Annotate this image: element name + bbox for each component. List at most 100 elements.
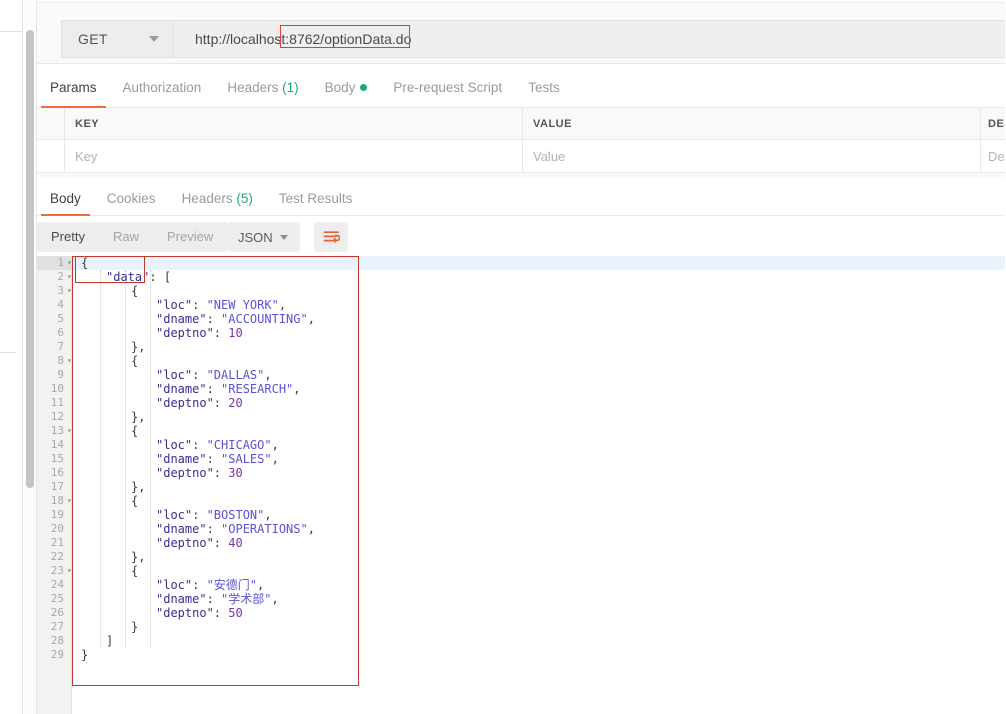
line-number: 20: [50, 522, 64, 535]
json-line-code: "dname": "SALES",: [156, 452, 279, 466]
json-line: 24 "loc": "安德门",: [37, 578, 1006, 592]
http-method-selector[interactable]: GET: [61, 20, 174, 58]
json-token-brace: {: [131, 424, 139, 438]
tab-label: Body: [324, 80, 356, 95]
json-token-punc: ,: [138, 340, 146, 354]
line-number: 18: [50, 494, 64, 507]
json-line: 2 ▾ "data": [: [37, 270, 1006, 284]
tab-body[interactable]: Body: [37, 191, 94, 216]
response-body-json-viewer[interactable]: 1 ▾{2 ▾ "data": [3 ▾{4 "loc": "NEW YORK", 5 "dn…: [37, 256, 1006, 714]
json-token-key: "loc": [156, 508, 193, 522]
json-line-code: "deptno": 20: [156, 396, 243, 410]
left-scrollbar-thumb[interactable]: [26, 30, 34, 488]
json-line: 15 "dname": "SALES",: [37, 452, 1006, 466]
json-line: 29}: [37, 648, 1006, 662]
tab-headers[interactable]: Headers (5): [169, 191, 266, 216]
word-wrap-toggle-button[interactable]: [314, 222, 348, 252]
line-number: 13: [50, 424, 64, 437]
json-line-code: {: [131, 564, 138, 578]
json-token-brace: {: [131, 284, 139, 298]
view-mode-pretty[interactable]: Pretty: [37, 222, 99, 252]
tab-label: Cookies: [106, 191, 156, 206]
response-format-selector[interactable]: JSON: [227, 222, 300, 252]
view-mode-raw[interactable]: Raw: [99, 222, 153, 252]
fold-arrow-icon[interactable]: ▾: [67, 256, 76, 270]
response-format-label: JSON: [238, 229, 273, 245]
json-token-key: "loc": [156, 298, 193, 312]
fold-arrow-icon[interactable]: ▾: [67, 354, 76, 368]
response-tabs: Body Cookies Headers (5) Test Results: [37, 178, 1006, 216]
tab-body[interactable]: Body: [312, 80, 381, 108]
chevron-down-icon: [280, 235, 288, 240]
json-token-brace: {: [131, 354, 139, 368]
json-line-code: "deptno": 10: [156, 326, 243, 340]
json-line-code: "deptno": 30: [156, 466, 243, 480]
json-token-key: "dname": [156, 592, 207, 606]
json-token-punc: [: [163, 270, 172, 284]
json-line: 23 ▾ {: [37, 564, 1006, 578]
line-number: 1: [57, 256, 64, 269]
response-tabstrip: Body Cookies Headers (5) Test Results: [37, 178, 1006, 216]
json-token-punc: ,: [264, 368, 272, 382]
params-header-checkbox-cell: [37, 108, 65, 140]
json-token-punc: ,: [271, 592, 279, 606]
tab-label: Test Results: [278, 191, 353, 206]
line-number: 4: [57, 298, 64, 311]
json-line-code: "loc": "BOSTON",: [156, 508, 272, 522]
params-table: KEY VALUE DES Key Value Des: [37, 108, 1006, 181]
tab-label: Headers: [181, 191, 233, 206]
json-line: 8 ▾ {: [37, 354, 1006, 368]
json-token-punc: ,: [264, 508, 272, 522]
json-token-punc: ,: [307, 522, 315, 536]
params-table-row[interactable]: Key Value Des: [37, 140, 1006, 173]
divider: [0, 352, 16, 353]
json-token-punc: :: [192, 508, 207, 522]
json-token-brace: {: [81, 256, 89, 270]
param-key-input[interactable]: Key: [65, 140, 523, 173]
param-value-input[interactable]: Value: [523, 140, 981, 173]
tab-params[interactable]: Params: [37, 80, 110, 108]
tab-cookies[interactable]: Cookies: [94, 191, 169, 216]
json-line-code: "deptno": 40: [156, 536, 243, 550]
param-row-checkbox[interactable]: [37, 140, 65, 173]
params-table-header-row: KEY VALUE DES: [37, 108, 1006, 140]
fold-arrow-icon[interactable]: ▾: [67, 284, 76, 298]
fold-arrow-icon[interactable]: ▾: [67, 270, 76, 284]
tab-test-results[interactable]: Test Results: [266, 191, 366, 216]
json-token-punc: ,: [307, 312, 315, 326]
params-header-key: KEY: [65, 108, 523, 140]
line-number: 9: [57, 368, 64, 381]
json-line-code: {: [131, 354, 138, 368]
json-line-code: "loc": "NEW YORK",: [156, 298, 286, 312]
line-number: 23: [50, 564, 64, 577]
tab-authorization[interactable]: Authorization: [110, 80, 215, 108]
fold-arrow-icon[interactable]: ▾: [67, 494, 76, 508]
json-line-code: ]: [106, 634, 113, 648]
line-number: 17: [50, 480, 64, 493]
tab-headers[interactable]: Headers (1): [214, 80, 311, 108]
response-view-mode-group: Pretty Raw Preview: [37, 222, 228, 252]
json-code-lines: 1 ▾{2 ▾ "data": [3 ▾{4 "loc": "NEW YORK", 5 "dn…: [37, 256, 1006, 662]
tab-label: Pre-request Script: [393, 80, 503, 95]
json-line-code: "data": [: [106, 270, 171, 284]
json-line: 26 "deptno": 50: [37, 606, 1006, 620]
json-token-punc: :: [192, 298, 207, 312]
json-line: 25 "dname": "学术部",: [37, 592, 1006, 606]
url-input[interactable]: http://localhost:8762/optionData.do: [174, 20, 1006, 58]
json-token-punc: :: [192, 578, 207, 592]
json-token-key: "loc": [156, 578, 193, 592]
view-mode-preview[interactable]: Preview: [153, 222, 227, 252]
param-description-input[interactable]: Des: [981, 140, 1006, 173]
tab-pre-request-script[interactable]: Pre-request Script: [380, 80, 515, 108]
fold-arrow-icon[interactable]: ▾: [67, 564, 76, 578]
json-token-punc: ,: [138, 550, 146, 564]
line-number: 6: [57, 326, 64, 339]
params-header-value: VALUE: [523, 108, 981, 140]
json-line-code: "loc": "安德门",: [156, 578, 264, 592]
json-token-punc: ,: [138, 410, 146, 424]
json-token-str: "学术部": [221, 592, 272, 606]
tab-tests[interactable]: Tests: [515, 80, 573, 108]
json-line-code: "dname": "学术部",: [156, 592, 279, 606]
json-line: 28]: [37, 634, 1006, 648]
fold-arrow-icon[interactable]: ▾: [67, 424, 76, 438]
